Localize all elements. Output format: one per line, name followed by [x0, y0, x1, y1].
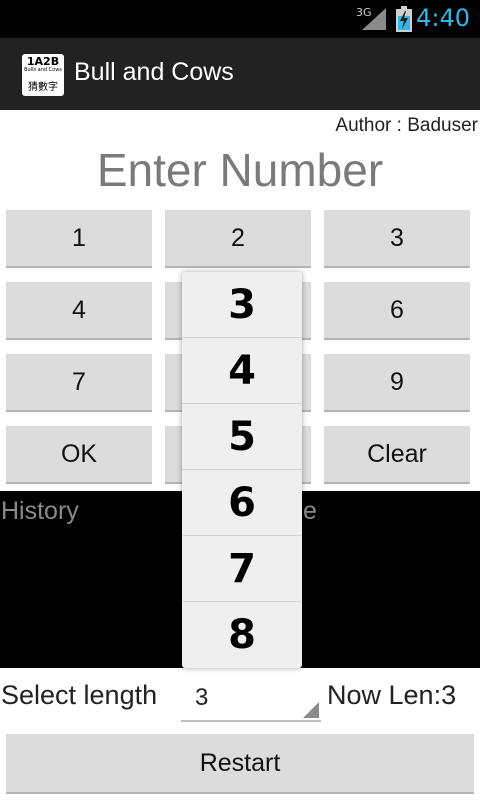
history-label-partial: e — [303, 497, 317, 525]
action-bar: 1A2B Bulls and Cows 猜數字 Bull and Cows — [0, 38, 480, 110]
length-option-4[interactable]: 4 — [182, 338, 302, 404]
key-3-button[interactable]: 3 — [324, 210, 470, 268]
logo-text-middle: Bulls and Cows — [24, 67, 62, 73]
length-spinner-value: 3 — [195, 684, 209, 711]
clear-button[interactable]: Clear — [324, 426, 470, 484]
length-spinner[interactable]: 3 — [181, 678, 321, 722]
history-label: History — [1, 497, 79, 525]
key-7-button[interactable]: 7 — [6, 354, 152, 412]
length-option-6[interactable]: 6 — [182, 470, 302, 536]
signal-icon — [362, 8, 386, 30]
app-logo-icon[interactable]: 1A2B Bulls and Cows 猜數字 — [22, 54, 64, 96]
battery-charging-icon — [396, 6, 412, 32]
key-1-button[interactable]: 1 — [6, 210, 152, 268]
key-2-button[interactable]: 2 — [165, 210, 311, 268]
length-option-3[interactable]: 3 — [182, 272, 302, 338]
length-option-8[interactable]: 8 — [182, 602, 302, 668]
length-dropdown-list: 3 4 5 6 7 8 — [182, 272, 302, 668]
key-4-button[interactable]: 4 — [6, 282, 152, 340]
restart-button[interactable]: Restart — [6, 734, 474, 794]
length-option-7[interactable]: 7 — [182, 536, 302, 602]
ok-button[interactable]: OK — [6, 426, 152, 484]
key-9-button[interactable]: 9 — [324, 354, 470, 412]
select-length-label: Select length — [1, 680, 158, 710]
logo-text-bottom: 猜數字 — [28, 82, 58, 93]
status-bar: 3G 4:40 — [0, 0, 480, 38]
author-label: Author : Baduser — [335, 115, 478, 136]
prompt-display: Enter Number — [96, 144, 384, 196]
dropdown-arrow-icon — [303, 702, 319, 718]
clock: 4:40 — [416, 4, 470, 32]
key-6-button[interactable]: 6 — [324, 282, 470, 340]
app-title: Bull and Cows — [74, 58, 234, 86]
length-option-5[interactable]: 5 — [182, 404, 302, 470]
now-length-label: Now Len:3 — [327, 680, 457, 710]
